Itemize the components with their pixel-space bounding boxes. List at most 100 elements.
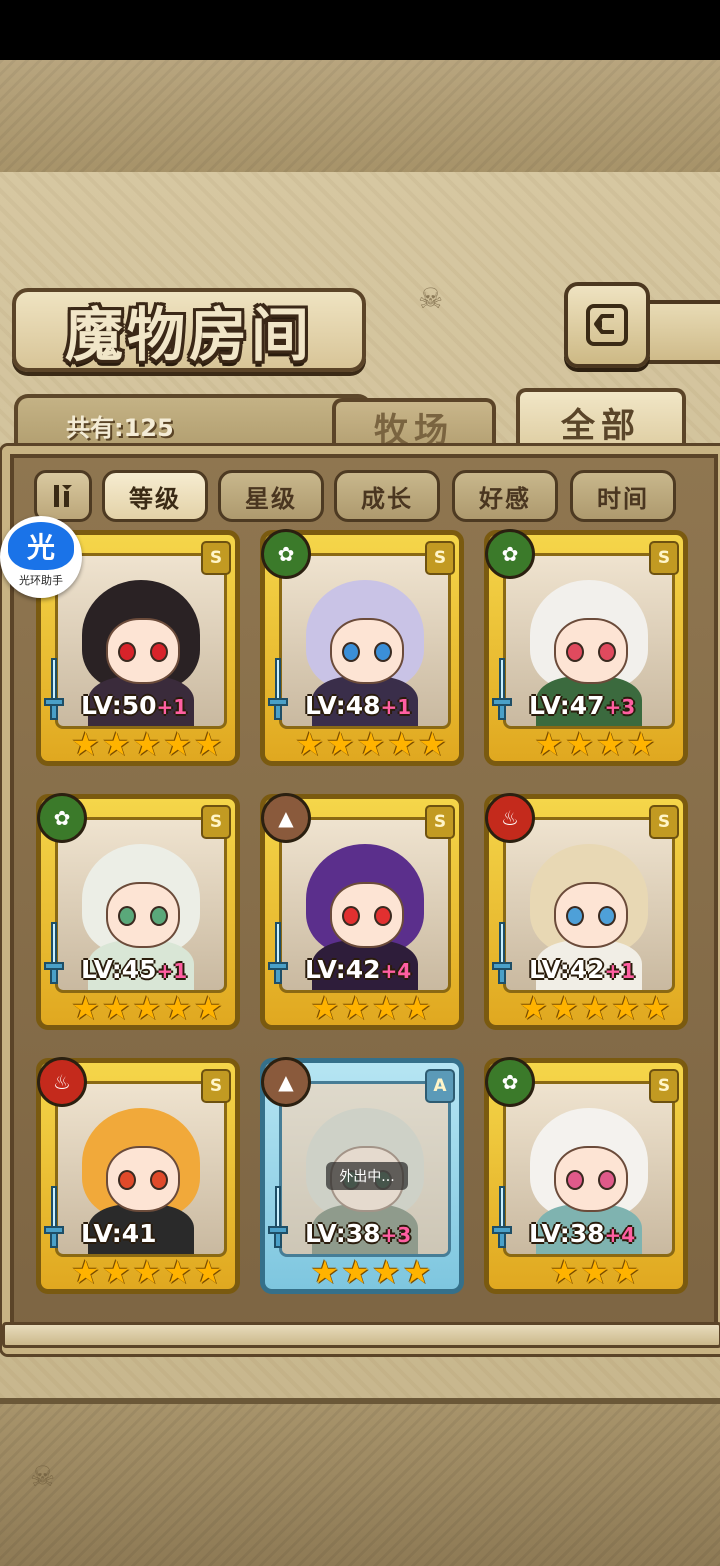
star-icon: ★ <box>372 989 401 1027</box>
star-icon: ★ <box>132 725 162 763</box>
enhance-bonus: +3 <box>380 1223 412 1247</box>
nature-element-icon: ✿ <box>485 529 535 579</box>
star-icon: ★ <box>71 1253 100 1291</box>
level-label: LV:42+1 <box>529 955 679 989</box>
rank-badge: S <box>649 1069 679 1103</box>
star-icon: ★ <box>163 989 193 1027</box>
enhance-bonus: +1 <box>156 695 188 719</box>
panel-bottom-rail <box>2 1322 720 1348</box>
filter-stars-button[interactable]: 星级 <box>218 470 324 522</box>
filter-growth-button[interactable]: 成长 <box>334 470 440 522</box>
enhance-bonus: +4 <box>380 959 412 983</box>
enhance-bonus: +1 <box>604 959 636 983</box>
star-icon: ★ <box>642 989 671 1027</box>
star-icon: ★ <box>549 1253 579 1291</box>
back-button[interactable] <box>564 282 650 368</box>
monster-card[interactable]: ▲ S LV:42+4 ★ ★ ★ ★ <box>260 793 464 1030</box>
skull-icon: ☠ <box>30 1460 56 1493</box>
star-icon: ★ <box>402 989 432 1027</box>
star-icon: ★ <box>387 725 417 763</box>
monster-card[interactable]: ✿ S LV:47+3 ★ ★ ★ ★ <box>484 529 688 766</box>
level-value: LV:38 <box>529 1219 605 1248</box>
sword-icon <box>492 1186 512 1248</box>
star-icon: ★ <box>580 1253 610 1291</box>
sword-icon <box>44 922 64 984</box>
title-plate: 魔物房间 <box>12 288 366 372</box>
level-label: LV:42+4 <box>305 955 455 989</box>
monster-card[interactable]: ♨ S LV:41 ★ ★ ★ ★ ★ <box>36 1057 240 1294</box>
rank-badge: S <box>201 1069 231 1103</box>
star-rating: ★ ★ ★ ★ ★ <box>65 727 229 763</box>
monster-count: 共有:125 <box>66 414 174 442</box>
star-icon: ★ <box>372 1253 401 1291</box>
monster-card[interactable]: ✿ S LV:48+1 ★ ★ ★ ★ ★ <box>260 529 464 766</box>
star-icon: ★ <box>132 1253 162 1291</box>
star-icon: ★ <box>101 1253 131 1291</box>
sword-icon <box>44 1186 64 1248</box>
filter-time-button[interactable]: 时间 <box>570 470 676 522</box>
star-icon: ★ <box>101 989 131 1027</box>
level-label: LV:38+3 <box>305 1219 455 1253</box>
star-icon: ★ <box>71 725 100 763</box>
star-icon: ★ <box>418 725 447 763</box>
tab-ranch[interactable]: 牧场 <box>332 398 496 452</box>
star-icon: ★ <box>534 725 564 763</box>
monster-card[interactable]: 外出中... ▲ A LV:38+3 ★ ★ ★ ★ <box>260 1057 464 1294</box>
star-icon: ★ <box>341 1253 370 1291</box>
monster-card[interactable]: ✿ S LV:38+4 ★ ★ ★ <box>484 1057 688 1294</box>
star-icon: ★ <box>580 989 610 1027</box>
sort-order-toggle[interactable] <box>34 470 92 522</box>
helper-float-button[interactable]: 光 光环助手 <box>0 516 82 598</box>
star-rating: ★ ★ ★ ★ <box>289 1255 453 1291</box>
level-label: LV:41 <box>81 1219 231 1253</box>
rank-badge: S <box>201 805 231 839</box>
star-icon: ★ <box>295 725 324 763</box>
star-icon: ★ <box>611 1253 641 1291</box>
map-background-bottom: ☠ <box>0 1398 720 1566</box>
star-icon: ★ <box>341 989 370 1027</box>
nature-element-icon: ✿ <box>37 793 87 843</box>
tab-all[interactable]: 全部 <box>516 388 686 452</box>
level-value: LV:50 <box>81 691 157 720</box>
level-value: LV:38 <box>305 1219 381 1248</box>
level-label: LV:50+1 <box>81 691 231 725</box>
star-icon: ★ <box>163 725 193 763</box>
star-icon: ★ <box>194 989 223 1027</box>
star-icon: ★ <box>565 725 594 763</box>
back-arrow-icon <box>586 304 628 346</box>
rank-badge: S <box>201 541 231 575</box>
star-rating: ★ ★ ★ ★ ★ <box>65 991 229 1027</box>
rank-badge: S <box>425 805 455 839</box>
star-rating: ★ ★ ★ ★ <box>289 991 453 1027</box>
star-rating: ★ ★ ★ ★ ★ <box>513 991 677 1027</box>
level-label: LV:48+1 <box>305 691 455 725</box>
filter-level-button[interactable]: 等级 <box>102 470 208 522</box>
level-label: LV:38+4 <box>529 1219 679 1253</box>
monster-card[interactable]: ♨ S LV:42+1 ★ ★ ★ ★ ★ <box>484 793 688 1030</box>
status-bar <box>0 0 720 60</box>
sword-icon <box>492 922 512 984</box>
rank-badge: S <box>649 805 679 839</box>
star-icon: ★ <box>626 725 656 763</box>
filter-affection-button[interactable]: 好感 <box>452 470 558 522</box>
star-icon: ★ <box>356 725 386 763</box>
page-title: 魔物房间 <box>64 301 313 369</box>
star-icon: ★ <box>596 725 625 763</box>
rank-badge: S <box>649 541 679 575</box>
star-icon: ★ <box>101 725 131 763</box>
level-label: LV:47+3 <box>529 691 679 725</box>
level-value: LV:47 <box>529 691 605 720</box>
star-icon: ★ <box>194 1253 223 1291</box>
star-rating: ★ ★ ★ ★ ★ <box>289 727 453 763</box>
monster-card[interactable]: ✿ S LV:45+1 ★ ★ ★ ★ ★ <box>36 793 240 1030</box>
star-icon: ★ <box>549 989 579 1027</box>
star-icon: ★ <box>325 725 355 763</box>
sword-icon <box>44 658 64 720</box>
enhance-bonus: +4 <box>604 1223 636 1247</box>
star-icon: ★ <box>163 1253 193 1291</box>
fire-element-icon: ♨ <box>485 793 535 843</box>
earth-element-icon: ▲ <box>261 793 311 843</box>
nature-element-icon: ✿ <box>261 529 311 579</box>
star-icon: ★ <box>611 989 641 1027</box>
helper-label: 光环助手 <box>19 574 63 587</box>
